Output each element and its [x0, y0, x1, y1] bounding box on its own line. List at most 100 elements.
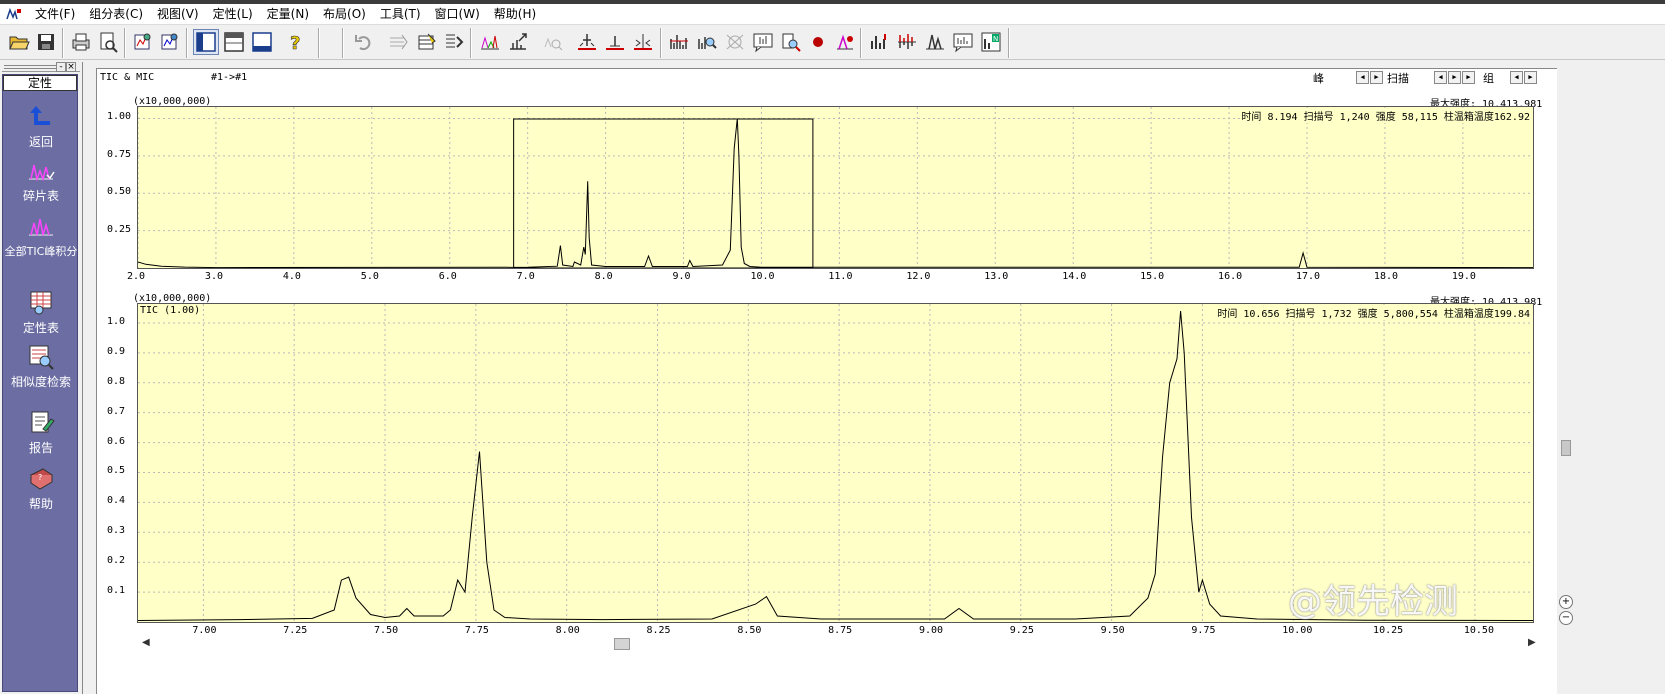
- menu-quantitative[interactable]: 定量(N): [260, 4, 316, 24]
- n-marker-icon[interactable]: N: [978, 29, 1004, 55]
- help-question-icon[interactable]: ?: [282, 29, 308, 55]
- zoom-out-icon[interactable]: −: [1559, 611, 1573, 625]
- peak-list-icon[interactable]: [441, 29, 467, 55]
- menu-compound-table[interactable]: 组分表(C): [82, 4, 150, 24]
- library-search-icon[interactable]: [778, 29, 804, 55]
- x-tick-label: 15.0: [1140, 271, 1165, 282]
- group-next-button[interactable]: ▶: [1524, 71, 1537, 84]
- sidebar-item-help[interactable]: ? 帮助: [3, 465, 79, 512]
- toolbar: ? N: [0, 24, 1665, 60]
- sidebar-item-similarity-search[interactable]: 相似度检索: [3, 343, 79, 390]
- open-folder-icon[interactable]: [6, 29, 32, 55]
- peak-marker-plus-icon[interactable]: [574, 29, 600, 55]
- edit-table-icon[interactable]: [414, 29, 440, 55]
- layout-bottom-icon[interactable]: [249, 29, 275, 55]
- x-tick-label: 11.0: [828, 271, 853, 282]
- minimize-icon[interactable]: -: [56, 62, 66, 72]
- print-icon[interactable]: [68, 29, 94, 55]
- y-tick-label: 0.1: [107, 585, 126, 597]
- menu-qualitative[interactable]: 定性(L): [206, 4, 260, 24]
- zoom-in-icon[interactable]: +: [1559, 595, 1573, 609]
- x-tick-label: 9.50: [1100, 625, 1125, 636]
- similarity-search-icon: [27, 343, 55, 371]
- scroll-right-icon[interactable]: ▶: [1528, 637, 1536, 648]
- x-tick-label: 2.0: [127, 271, 146, 282]
- bar-spectrum-icon[interactable]: [866, 29, 892, 55]
- sidebar-grip[interactable]: [4, 65, 56, 69]
- peak-marker-minus-icon[interactable]: [602, 29, 628, 55]
- vertical-scroll-thumb[interactable]: [1561, 440, 1571, 456]
- chart-compare-icon[interactable]: [157, 29, 183, 55]
- qualitative-table-icon: [27, 289, 55, 317]
- menu-file[interactable]: 文件(F): [28, 4, 82, 24]
- peak-prev-button[interactable]: ◀: [1356, 71, 1369, 84]
- print-preview-icon[interactable]: [95, 29, 121, 55]
- layout-left-icon[interactable]: [193, 29, 219, 55]
- sidebar-item-fragment-table[interactable]: 碎片表: [3, 157, 79, 204]
- sidebar-title: 定性: [3, 75, 77, 91]
- x-tick-label: 7.0: [516, 271, 535, 282]
- close-icon[interactable]: ×: [66, 62, 76, 72]
- peak-marker-split-icon[interactable]: [630, 29, 656, 55]
- top-status: 时间 8.194 扫描号 1,240 强度 58,115 柱温箱温度162.92: [1241, 108, 1530, 123]
- peak-shape-icon[interactable]: [922, 29, 948, 55]
- menu-view[interactable]: 视图(V): [150, 4, 206, 24]
- x-tick-label: 13.0: [984, 271, 1009, 282]
- record-icon[interactable]: [805, 29, 831, 55]
- save-icon[interactable]: [33, 29, 59, 55]
- sidebar-item-tic-integration[interactable]: 全部TIC峰积分: [3, 213, 79, 259]
- svg-text:N: N: [993, 35, 998, 43]
- horizontal-scroll-thumb[interactable]: [614, 638, 630, 650]
- peak-tool-icon[interactable]: [832, 29, 858, 55]
- x-tick-label: 7.50: [374, 625, 399, 636]
- compare-spectrum-icon[interactable]: [894, 29, 920, 55]
- x-tick-label: 16.0: [1218, 271, 1243, 282]
- app-icon: [6, 7, 22, 21]
- baseline-icon[interactable]: [386, 29, 412, 55]
- scroll-left-icon[interactable]: ◀: [142, 637, 150, 648]
- sidebar-item-label: 定性表: [22, 321, 59, 335]
- scan-next-button[interactable]: ▶: [1448, 71, 1461, 84]
- menu-tools[interactable]: 工具(T): [373, 4, 428, 24]
- spectrum-color-icon[interactable]: [477, 29, 503, 55]
- comment-icon[interactable]: [750, 29, 776, 55]
- y-tick-label: 0.25: [107, 223, 132, 235]
- undo-icon[interactable]: [351, 29, 377, 55]
- scan-last-button[interactable]: ▶: [1462, 71, 1475, 84]
- scan-prev-button[interactable]: ◀: [1434, 71, 1447, 84]
- top-chart[interactable]: 时间 8.194 扫描号 1,240 强度 58,115 柱温箱温度162.92: [137, 106, 1534, 269]
- y-tick-label: 0.5: [107, 465, 126, 477]
- filter-disabled-icon[interactable]: [722, 29, 748, 55]
- peak-next-button[interactable]: ▶: [1370, 71, 1383, 84]
- y-tick-label: 0.50: [107, 186, 132, 198]
- search-disabled-icon[interactable]: [540, 29, 566, 55]
- x-tick-label: 7.25: [283, 625, 308, 636]
- chart-search-icon[interactable]: [130, 29, 156, 55]
- fragment-table-icon: [27, 157, 55, 185]
- x-tick-label: 5.0: [360, 271, 379, 282]
- scan-label: 扫描: [1387, 72, 1409, 85]
- y-tick-label: 0.4: [107, 495, 126, 507]
- splitter[interactable]: [82, 62, 83, 694]
- annotation-icon[interactable]: [950, 29, 976, 55]
- menu-layout[interactable]: 布局(O): [316, 4, 373, 24]
- sidebar-item-back[interactable]: 返回: [3, 103, 79, 150]
- peak-arrow-icon[interactable]: [505, 29, 531, 55]
- x-tick-label: 17.0: [1295, 271, 1321, 282]
- layout-split-icon[interactable]: [221, 29, 247, 55]
- sidebar-item-label: 碎片表: [22, 189, 59, 203]
- spectrum-search-icon[interactable]: [694, 29, 720, 55]
- x-tick-label: 9.25: [1009, 625, 1034, 636]
- sidebar-item-report[interactable]: 报告: [3, 409, 79, 456]
- menu-help[interactable]: 帮助(H): [487, 4, 543, 24]
- vertical-scrollbar[interactable]: + −: [1557, 68, 1575, 694]
- sidebar-item-qualitative-table[interactable]: 定性表: [3, 289, 79, 336]
- x-tick-label: 19.0: [1451, 271, 1476, 282]
- horizontal-scrollbar[interactable]: ◀ ▶: [140, 637, 1540, 651]
- x-tick-label: 14.0: [1062, 271, 1087, 282]
- spectrum-lines-icon[interactable]: [666, 29, 692, 55]
- y-tick-label: 0.75: [107, 148, 132, 160]
- report-icon: [27, 409, 55, 437]
- menu-window[interactable]: 窗口(W): [428, 4, 487, 24]
- group-prev-button[interactable]: ◀: [1510, 71, 1523, 84]
